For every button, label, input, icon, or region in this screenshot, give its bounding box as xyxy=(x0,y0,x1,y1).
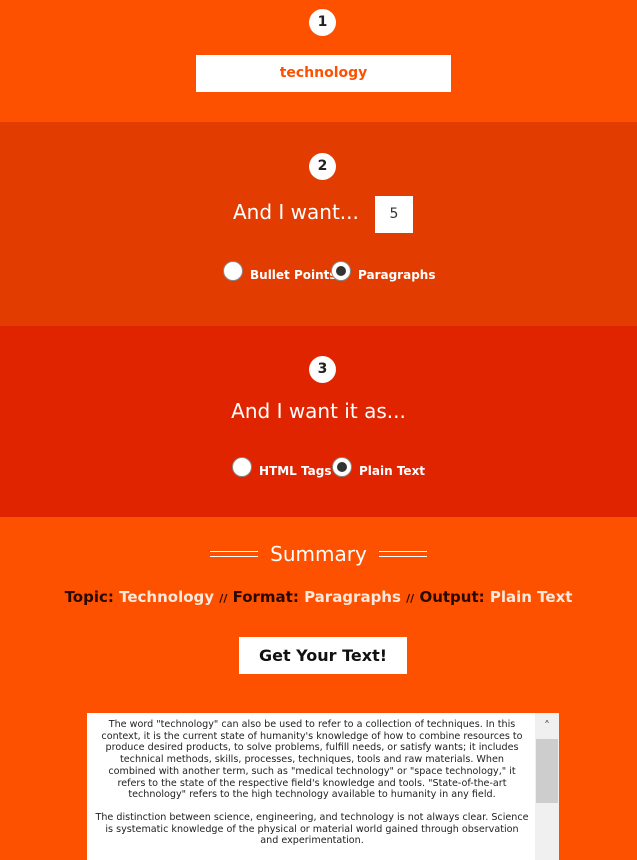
format-key: Format: xyxy=(232,588,299,606)
step-1-section: 1 technology xyxy=(0,0,637,122)
step-number: 3 xyxy=(309,356,336,383)
radio-selected-icon[interactable] xyxy=(332,457,352,477)
radio-label: Paragraphs xyxy=(358,268,436,282)
summary-title: Summary xyxy=(270,542,367,566)
scrollbar-thumb[interactable] xyxy=(536,739,558,803)
separator: // xyxy=(406,592,415,605)
output-value: Plain Text xyxy=(489,588,573,606)
summary-heading: Summary xyxy=(0,542,637,566)
step-number: 2 xyxy=(309,153,336,180)
step-2-section: 2 And I want... 5 Bullet Points Paragrap… xyxy=(0,122,637,326)
step-3-section: 3 And I want it as... HTML Tags Plain Te… xyxy=(0,326,637,517)
radio-label: Bullet Points xyxy=(250,268,337,282)
step-number: 1 xyxy=(309,9,336,36)
output-paragraph: The distinction between science, enginee… xyxy=(95,811,529,847)
radio-label: Plain Text xyxy=(359,464,426,478)
topic-key: Topic: xyxy=(64,588,114,606)
divider xyxy=(378,551,427,557)
output-textarea[interactable]: The word "technology" can also be used t… xyxy=(87,713,559,860)
radio-bullet-points[interactable]: Bullet Points xyxy=(223,261,337,285)
divider xyxy=(210,551,259,557)
topic-value: Technology xyxy=(119,588,215,606)
radio-paragraphs[interactable]: Paragraphs xyxy=(331,261,436,285)
topic-input[interactable]: technology xyxy=(196,55,451,92)
count-input[interactable]: 5 xyxy=(375,196,413,233)
radio-plain-text[interactable]: Plain Text xyxy=(332,457,426,481)
summary-line: Topic: Technology // Format: Paragraphs … xyxy=(0,588,637,606)
radio-html-tags[interactable]: HTML Tags xyxy=(232,457,332,481)
radio-icon[interactable] xyxy=(232,457,252,477)
format-label: And I want it as... xyxy=(231,399,406,423)
format-value: Paragraphs xyxy=(304,588,401,606)
scrollbar[interactable]: ˄ xyxy=(535,713,559,860)
separator: // xyxy=(219,592,228,605)
get-text-button[interactable]: Get Your Text! xyxy=(239,637,407,674)
radio-icon[interactable] xyxy=(223,261,243,281)
scroll-up-icon[interactable]: ˄ xyxy=(535,713,559,739)
amount-label: And I want... xyxy=(233,200,359,224)
radio-selected-icon[interactable] xyxy=(331,261,351,281)
output-paragraph: The word "technology" can also be used t… xyxy=(101,719,523,801)
radio-label: HTML Tags xyxy=(259,464,332,478)
output-key: Output: xyxy=(419,588,485,606)
